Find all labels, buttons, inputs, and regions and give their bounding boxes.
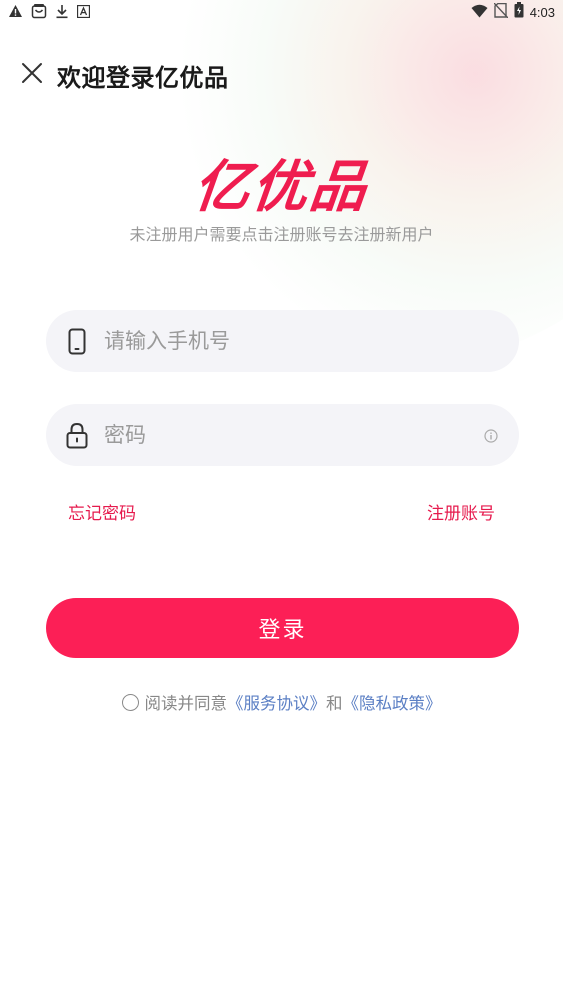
phone-icon [66,327,88,355]
wifi-icon [471,3,488,22]
brand-logo: 亿优品 [190,155,372,220]
status-right-icons: 4:03 [471,2,555,22]
header: 欢迎登录亿优品 [0,50,563,96]
download-icon [55,4,69,19]
status-left-icons [8,3,90,19]
phone-field [46,310,519,372]
tagline: 未注册用户需要点击注册账号去注册新用户 [129,225,434,244]
password-input[interactable] [104,404,464,466]
close-button[interactable] [18,59,46,87]
status-bar: 4:03 [0,0,563,24]
agreement-prefix: 阅读并同意 [144,694,228,713]
forgot-password-link[interactable]: 忘记密码 [68,499,136,524]
battery-icon [514,2,524,22]
login-screen: 4:03 欢迎登录亿优品 亿优品 未注册用户需要点击注册账号去注册新用户 忘记密… [0,0,563,1002]
warning-icon [8,4,23,18]
info-icon[interactable] [484,428,498,443]
service-agreement-link[interactable]: 《服务协议》 [227,690,326,714]
phone-input[interactable] [104,310,464,372]
agreement-row: 阅读并同意 《服务协议》 和 《隐私政策》 [0,690,563,714]
agreement-and: 和 [326,694,343,713]
lock-icon [66,421,88,449]
close-icon [22,63,42,83]
bag-icon [31,3,47,19]
login-button[interactable]: 登录 [46,598,519,658]
agreement-checkbox[interactable] [121,693,139,711]
register-link[interactable]: 注册账号 [427,499,495,524]
page-title: 欢迎登录亿优品 [57,64,229,92]
no-sim-icon [493,2,509,22]
font-icon [77,4,90,18]
status-time: 4:03 [529,4,555,20]
privacy-policy-link[interactable]: 《隐私政策》 [343,690,442,714]
password-field [46,404,519,466]
